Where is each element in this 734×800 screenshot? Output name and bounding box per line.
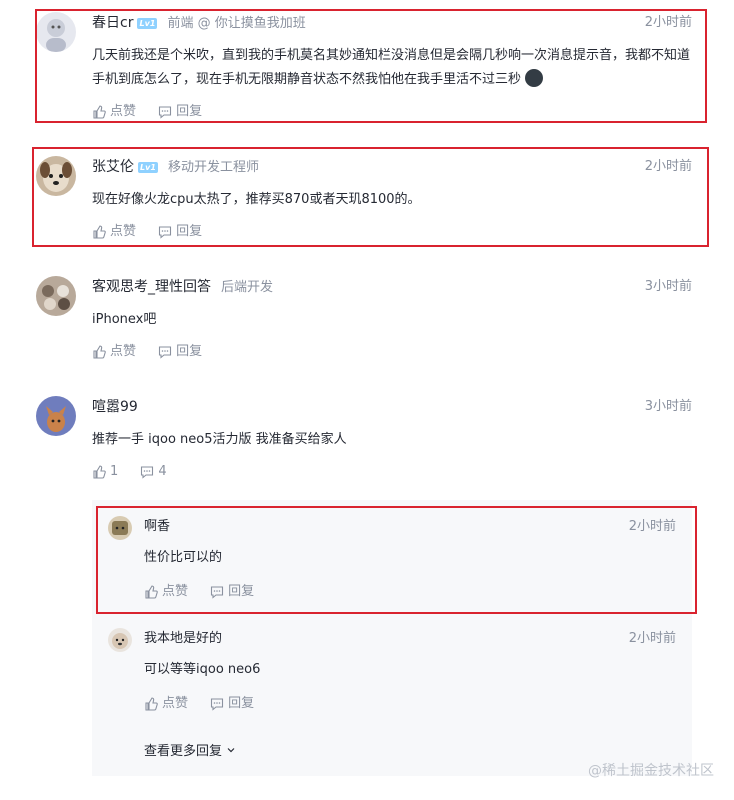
reply-author[interactable]: 我本地是好的 xyxy=(144,628,222,650)
like-button[interactable]: 1 xyxy=(92,462,118,482)
author-title: 后端开发 xyxy=(221,280,274,295)
thumbs-up-icon xyxy=(93,465,106,479)
comment-actions: 1 4 xyxy=(92,462,185,486)
like-button[interactable]: 点赞 xyxy=(144,694,188,714)
like-button[interactable]: 点赞 xyxy=(92,342,136,362)
highlight-box xyxy=(35,9,707,123)
reply-label: 回复 xyxy=(176,344,203,359)
reply-button[interactable]: 回复 xyxy=(210,694,254,714)
comment-time: 3小时前 xyxy=(644,399,692,414)
comment-actions: 点赞 回复 xyxy=(92,342,220,366)
reply-button[interactable]: 回复 xyxy=(158,342,202,362)
author-name[interactable]: 喧嚣99 xyxy=(92,399,138,415)
comment-time: 3小时前 xyxy=(644,279,692,294)
reply-label: 回复 xyxy=(228,696,255,711)
avatar[interactable] xyxy=(36,276,76,316)
comment-author: 喧嚣99 xyxy=(92,396,138,418)
reply-item: 我本地是好的 2小时前 可以等等iqoo neo6 点赞 回复 xyxy=(108,628,676,711)
thumbs-up-icon xyxy=(145,697,158,711)
more-replies-label: 查看更多回复 xyxy=(144,744,223,759)
reply-actions: 点赞 回复 xyxy=(144,694,272,718)
watermark: @稀土掘金技术社区 xyxy=(588,763,714,779)
avatar[interactable] xyxy=(108,628,132,652)
comment-icon xyxy=(159,346,172,359)
avatar[interactable] xyxy=(36,396,76,436)
highlight-box xyxy=(32,147,709,247)
reply-time: 2小时前 xyxy=(628,631,676,646)
more-replies-link[interactable]: 查看更多回复 xyxy=(144,740,236,759)
like-label: 点赞 xyxy=(162,696,189,711)
comment-content: 推荐一手 iqoo neo5活力版 我准备买给家人 xyxy=(92,432,347,447)
reply-content: 可以等等iqoo neo6 xyxy=(144,662,261,677)
like-label: 点赞 xyxy=(110,344,137,359)
reply-button[interactable]: 4 xyxy=(140,462,167,482)
comment-author: 客观思考_理性回答 后端开发 xyxy=(92,276,273,299)
author-name[interactable]: 客观思考_理性回答 xyxy=(92,279,211,295)
comment-icon xyxy=(141,466,154,479)
comment-item: 喧嚣99 3小时前 推荐一手 iqoo neo5活力版 我准备买给家人 1 4 xyxy=(36,396,692,486)
comment-content: iPhonex吧 xyxy=(92,312,157,327)
comment-item: 客观思考_理性回答 后端开发 3小时前 iPhonex吧 点赞 回复 xyxy=(36,276,692,366)
like-count: 1 xyxy=(110,464,119,479)
thumbs-up-icon xyxy=(93,345,106,359)
comment-icon xyxy=(211,698,224,711)
reply-count: 4 xyxy=(158,464,167,479)
highlight-box xyxy=(96,506,697,614)
chevron-down-icon xyxy=(227,748,235,753)
